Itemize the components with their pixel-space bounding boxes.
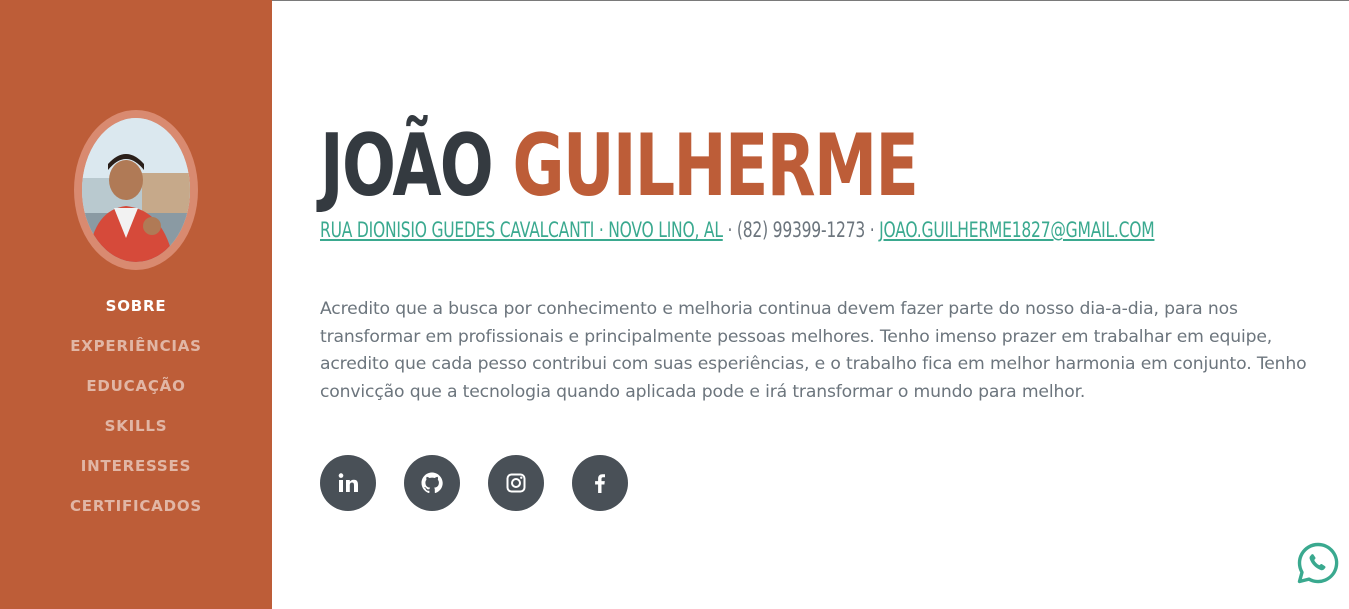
contact-line: RUA DIONISIO GUEDES CAVALCANTI · NOVO LI… (320, 216, 1155, 244)
sidebar: SOBRE EXPERIÊNCIAS EDUCAÇÃO SKILLS INTER… (0, 0, 272, 609)
linkedin-icon (338, 473, 358, 492)
facebook-icon (595, 474, 605, 493)
instagram-icon (506, 473, 526, 493)
social-links (320, 455, 628, 511)
first-name: JOÃO (320, 116, 494, 216)
separator: · (865, 218, 880, 242)
avatar (82, 118, 190, 262)
github-button[interactable] (404, 455, 460, 511)
sidebar-item-certificados[interactable]: CERTIFICADOS (70, 497, 202, 515)
github-icon (421, 472, 443, 494)
email-link[interactable]: JOAO.GUILHERME1827@GMAIL.COM (879, 218, 1154, 242)
last-name: GUILHERME (512, 116, 919, 216)
separator: · (722, 218, 737, 242)
sidebar-item-interesses[interactable]: INTERESSES (81, 457, 191, 475)
sidebar-item-educacao[interactable]: EDUCAÇÃO (86, 377, 185, 395)
whatsapp-button[interactable] (1296, 541, 1340, 585)
phone-text: (82) 99399-1273 (736, 218, 866, 242)
instagram-button[interactable] (488, 455, 544, 511)
sidebar-item-experiencias[interactable]: EXPERIÊNCIAS (70, 337, 202, 355)
sidebar-item-skills[interactable]: SKILLS (105, 417, 168, 435)
linkedin-button[interactable] (320, 455, 376, 511)
page-title: JOÃO GUILHERME (320, 116, 919, 216)
facebook-button[interactable] (572, 455, 628, 511)
profile-photo (82, 118, 190, 262)
sidebar-item-sobre[interactable]: SOBRE (106, 297, 167, 315)
about-text: Acredito que a busca por conhecimento e … (320, 299, 1307, 403)
whatsapp-icon (1297, 542, 1339, 584)
sidebar-nav: SOBRE EXPERIÊNCIAS EDUCAÇÃO SKILLS INTER… (0, 286, 272, 526)
profile-photo-frame (74, 110, 198, 270)
address-link[interactable]: RUA DIONISIO GUEDES CAVALCANTI · NOVO LI… (320, 218, 723, 242)
